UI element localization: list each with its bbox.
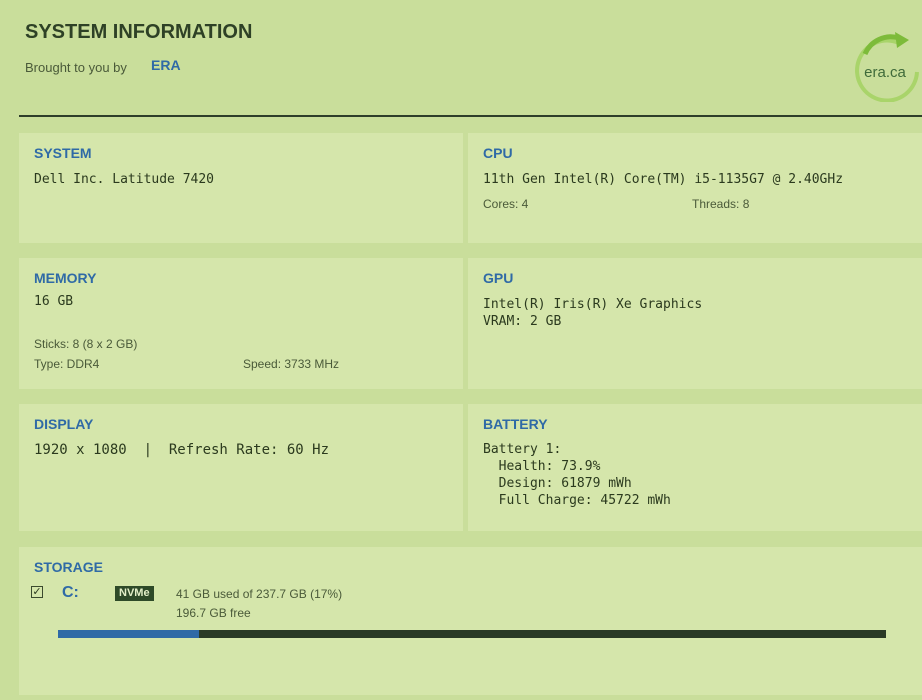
era-link[interactable]: ERA xyxy=(151,57,181,73)
gpu-title: GPU xyxy=(483,270,514,286)
cpu-threads: Threads: 8 xyxy=(692,197,750,211)
drive-type-badge: NVMe xyxy=(115,586,154,601)
storage-title: STORAGE xyxy=(34,559,103,575)
display-value: 1920 x 1080 | Refresh Rate: 60 Hz xyxy=(34,442,330,458)
page-title: SYSTEM INFORMATION xyxy=(25,21,253,43)
storage-usage-fill xyxy=(58,630,199,638)
storage-usage-bar xyxy=(58,630,886,638)
gpu-vram: VRAM: 2 GB xyxy=(483,314,562,329)
cpu-cores: Cores: 4 xyxy=(483,197,529,211)
battery-title: BATTERY xyxy=(483,416,548,432)
battery-name: Battery 1: xyxy=(483,442,562,457)
header-subtitle: Brought to you by xyxy=(25,60,127,75)
drive-letter: C: xyxy=(62,584,79,601)
memory-speed: Speed: 3733 MHz xyxy=(243,357,340,371)
era-logo[interactable]: era.ca xyxy=(851,32,922,103)
cpu-value: 11th Gen Intel(R) Core(TM) i5-1135G7 @ 2… xyxy=(483,172,844,187)
cpu-panel xyxy=(468,133,922,243)
memory-title: MEMORY xyxy=(34,270,97,286)
logo-text: era.ca xyxy=(864,64,906,81)
drive-used: 41 GB used of 237.7 GB (17%) xyxy=(176,587,343,601)
check-icon: ✓ xyxy=(32,585,42,598)
drive-checkbox[interactable]: ✓ xyxy=(31,586,43,598)
system-value: Dell Inc. Latitude 7420 xyxy=(34,172,215,187)
drive-free: 196.7 GB free xyxy=(176,606,251,620)
era-logo-icon: era.ca xyxy=(855,32,919,103)
battery-full-charge: Full Charge: 45722 mWh xyxy=(483,493,671,508)
system-title: SYSTEM xyxy=(34,145,92,161)
battery-health: Health: 73.9% xyxy=(483,459,601,474)
battery-design: Design: 61879 mWh xyxy=(483,476,632,491)
memory-value: 16 GB xyxy=(34,294,74,309)
display-title: DISPLAY xyxy=(34,416,94,432)
memory-sticks: Sticks: 8 (8 x 2 GB) xyxy=(34,337,138,351)
storage-panel xyxy=(19,547,922,695)
memory-type: Type: DDR4 xyxy=(34,357,100,371)
gpu-name: Intel(R) Iris(R) Xe Graphics xyxy=(483,297,703,312)
cpu-title: CPU xyxy=(483,145,513,161)
header-divider xyxy=(19,115,922,117)
